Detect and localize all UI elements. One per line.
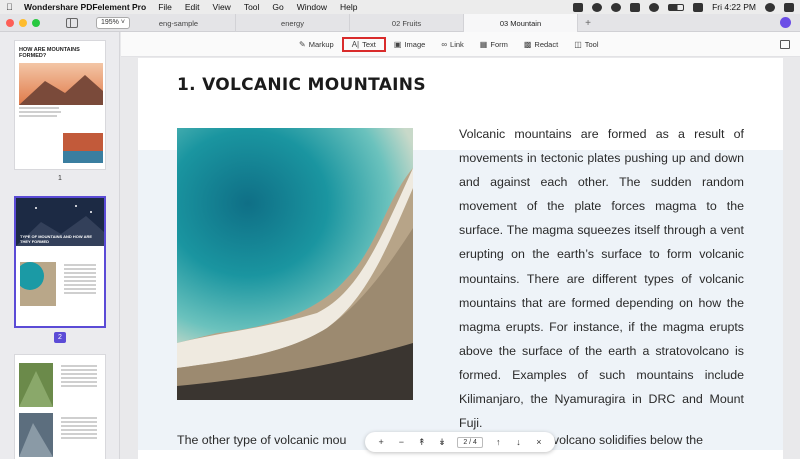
body-paragraph[interactable]: Volcanic mountains are formed as a resul… (459, 122, 744, 435)
last-page-button[interactable]: ↡ (437, 437, 447, 448)
redact-button[interactable]: ▩ Redact (516, 37, 566, 52)
apple-icon[interactable]:  (6, 2, 15, 12)
zoom-in-button[interactable]: + (376, 437, 386, 447)
page-number-input[interactable]: 2 / 4 (457, 436, 483, 448)
image-label: Image (404, 40, 426, 49)
spotlight-search-icon[interactable] (765, 2, 775, 12)
form-label: Form (490, 40, 508, 49)
tab-label: energy (281, 18, 304, 28)
tab-eng-sample[interactable]: eng-sample (122, 14, 236, 32)
menu-window[interactable]: Window (297, 2, 327, 12)
page-thumbnail-3[interactable] (14, 354, 106, 459)
thumbnail-title: TYPE OF MOUNTAINS AND HOW ARE THEY FORME… (20, 234, 93, 244)
image-button[interactable]: ▣ Image (386, 37, 433, 52)
shield-icon[interactable] (592, 2, 603, 12)
tool-label: Tool (584, 40, 599, 49)
link-label: Link (450, 40, 464, 49)
thumbnail-mountain-image (19, 63, 103, 105)
lower-paragraph-start: The other type of volcanic mou (177, 433, 347, 447)
text-icon: A| (351, 40, 360, 49)
tab-label: 03 Mountain (499, 18, 542, 28)
battery-icon[interactable] (668, 3, 685, 11)
document-tabs: eng-sample energy 02 Fruits 03 Mountain … (122, 14, 598, 32)
page-thumbnail-2[interactable]: TYPE OF MOUNTAINS AND HOW ARE THEY FORME… (14, 196, 106, 328)
sync-icon[interactable] (611, 2, 622, 12)
sidebar-toggle-icon[interactable] (66, 17, 78, 28)
menu-view[interactable]: View (213, 2, 231, 12)
menu-help[interactable]: Help (340, 2, 357, 12)
lower-paragraph-end: or volcano solidifies below the (538, 433, 704, 447)
link-icon: ∞ (441, 40, 448, 49)
pdf-page[interactable]: 1. VOLCANIC MOUNTAINS Volcanic mountains… (138, 58, 783, 459)
thumbnail-title: HOW ARE MOUNTAINS FORMED? (19, 47, 80, 59)
thumbnail-rocky-mountain-image (19, 413, 53, 457)
creative-cloud-icon[interactable] (573, 2, 584, 12)
page-number-1: 1 (58, 175, 62, 182)
minimize-window-icon[interactable] (19, 18, 27, 27)
link-button[interactable]: ∞ Link (433, 37, 471, 52)
markup-icon: ✎ (299, 40, 306, 49)
document-viewer[interactable]: 1. VOLCANIC MOUNTAINS Volcanic mountains… (121, 58, 800, 459)
next-page-button[interactable]: ↓ (514, 437, 524, 447)
thumbnail-volcano-image (20, 262, 56, 306)
notification-center-icon[interactable] (784, 2, 794, 12)
thumbnail-green-mountain-image (19, 363, 53, 407)
image-icon: ▣ (393, 40, 402, 49)
clock[interactable]: Fri 4:22 PM (712, 2, 756, 12)
avatar[interactable] (780, 17, 791, 28)
bluetooth-icon[interactable] (630, 2, 641, 12)
input-flag-icon[interactable] (693, 2, 704, 12)
tab-label: 02 Fruits (391, 18, 422, 28)
page-navigation-bar: + − ↟ ↡ 2 / 4 ↑ ↓ × (365, 432, 555, 452)
menu-tool[interactable]: Tool (244, 2, 260, 12)
window-controls (0, 18, 62, 27)
form-button[interactable]: ▦ Form (472, 37, 516, 52)
menu-bar:  Wondershare PDFelement Pro File Edit V… (0, 0, 800, 14)
tab-bar: 195% ˅ eng-sample energy 02 Fruits 03 Mo… (0, 14, 800, 32)
zoom-value: 195% (101, 19, 119, 26)
previous-page-button[interactable]: ↑ (493, 437, 503, 447)
menu-go[interactable]: Go (272, 2, 283, 12)
page-thumbnail-1[interactable]: HOW ARE MOUNTAINS FORMED? (14, 40, 106, 170)
close-navigation-button[interactable]: × (534, 437, 544, 447)
thumbnail-lake-image (63, 133, 103, 163)
app-name-menu[interactable]: Wondershare PDFelement Pro (24, 2, 146, 12)
tab-03-mountain[interactable]: 03 Mountain (464, 14, 578, 32)
text-label: Text (362, 40, 376, 49)
form-icon: ▦ (479, 40, 488, 49)
right-panel-toggle-icon[interactable] (780, 40, 790, 49)
zoom-out-button[interactable]: − (396, 437, 406, 447)
page-thumbnails-sidebar: HOW ARE MOUNTAINS FORMED? 1 TYPE OF MOUN… (0, 32, 120, 459)
text-button[interactable]: A| Text (341, 37, 386, 52)
redact-label: Redact (534, 40, 559, 49)
menu-edit[interactable]: Edit (185, 2, 200, 12)
wifi-icon[interactable] (649, 2, 660, 12)
new-tab-button[interactable]: + (578, 14, 598, 32)
menu-file[interactable]: File (158, 2, 172, 12)
close-window-icon[interactable] (6, 18, 14, 27)
edit-toolbar: ✎ Markup A| Text ▣ Image ∞ Link ▦ Form ▩… (121, 32, 800, 57)
tab-02-fruits[interactable]: 02 Fruits (350, 14, 464, 32)
markup-label: Markup (308, 40, 334, 49)
markup-button[interactable]: ✎ Markup (291, 37, 342, 52)
maximize-window-icon[interactable] (32, 18, 40, 27)
page-heading[interactable]: 1. VOLCANIC MOUNTAINS (177, 75, 426, 95)
first-page-button[interactable]: ↟ (417, 437, 427, 448)
volcanic-pool-image[interactable] (177, 128, 413, 400)
tab-energy[interactable]: energy (236, 14, 350, 32)
tab-label: eng-sample (158, 18, 199, 28)
tool-icon: ◫ (574, 40, 582, 49)
tool-button[interactable]: ◫ Tool (566, 37, 606, 52)
redact-icon: ▩ (523, 40, 532, 49)
page-number-2: 2 (54, 332, 66, 343)
